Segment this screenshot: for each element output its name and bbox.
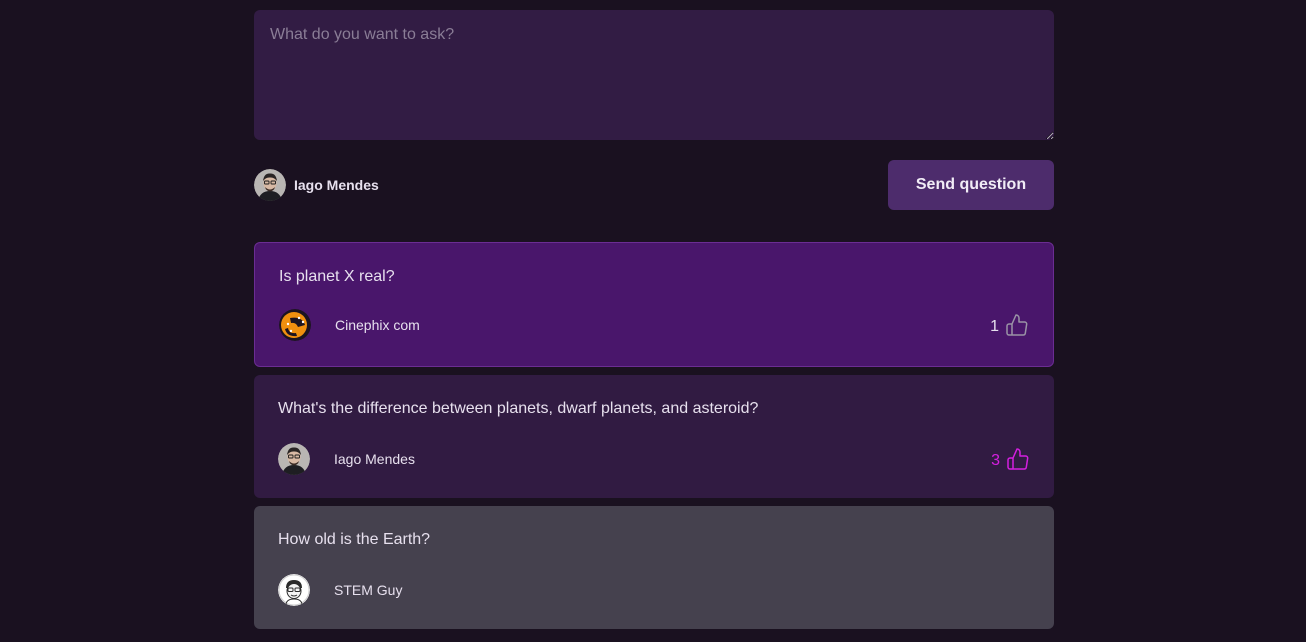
- question-card: How old is the Earth? STEM Guy: [254, 506, 1054, 629]
- form-footer: Iago Mendes Send question: [254, 160, 1054, 210]
- question-text: Is planet X real?: [279, 268, 395, 285]
- question-text: What's the difference between planets, d…: [278, 400, 759, 417]
- question-list: Is planet X real? Cinephix com 1 What's …: [254, 242, 1054, 629]
- question-footer: Iago Mendes 3: [278, 443, 1030, 475]
- author-name: STEM Guy: [334, 582, 403, 598]
- like-button[interactable]: 1: [990, 313, 1029, 337]
- question-text: How old is the Earth?: [278, 531, 431, 548]
- like-count: 1: [990, 318, 999, 335]
- room-main: Iago Mendes Send question Is planet X re…: [254, 10, 1054, 637]
- thumbs-up-icon: [1007, 448, 1029, 470]
- user-name: Iago Mendes: [294, 177, 379, 193]
- question-card: Is planet X real? Cinephix com 1: [254, 242, 1054, 367]
- question-footer: Cinephix com 1: [279, 309, 1029, 341]
- question-author: STEM Guy: [278, 574, 402, 606]
- current-user-info: Iago Mendes: [254, 169, 379, 201]
- question-form: Iago Mendes Send question: [254, 10, 1054, 210]
- author-name: Cinephix com: [335, 317, 420, 333]
- question-card: What's the difference between planets, d…: [254, 375, 1054, 498]
- user-avatar: [254, 169, 286, 201]
- question-footer: STEM Guy: [278, 574, 1030, 606]
- like-button[interactable]: 3: [991, 447, 1030, 471]
- author-avatar: [278, 443, 310, 475]
- thumbs-up-icon: [1006, 314, 1028, 336]
- send-question-button[interactable]: Send question: [888, 160, 1054, 210]
- question-author: Iago Mendes: [278, 443, 415, 475]
- question-author: Cinephix com: [279, 309, 420, 341]
- question-input[interactable]: [254, 10, 1054, 140]
- author-avatar: [279, 309, 311, 341]
- like-count: 3: [991, 452, 1000, 469]
- author-avatar: [278, 574, 310, 606]
- author-name: Iago Mendes: [334, 451, 415, 467]
